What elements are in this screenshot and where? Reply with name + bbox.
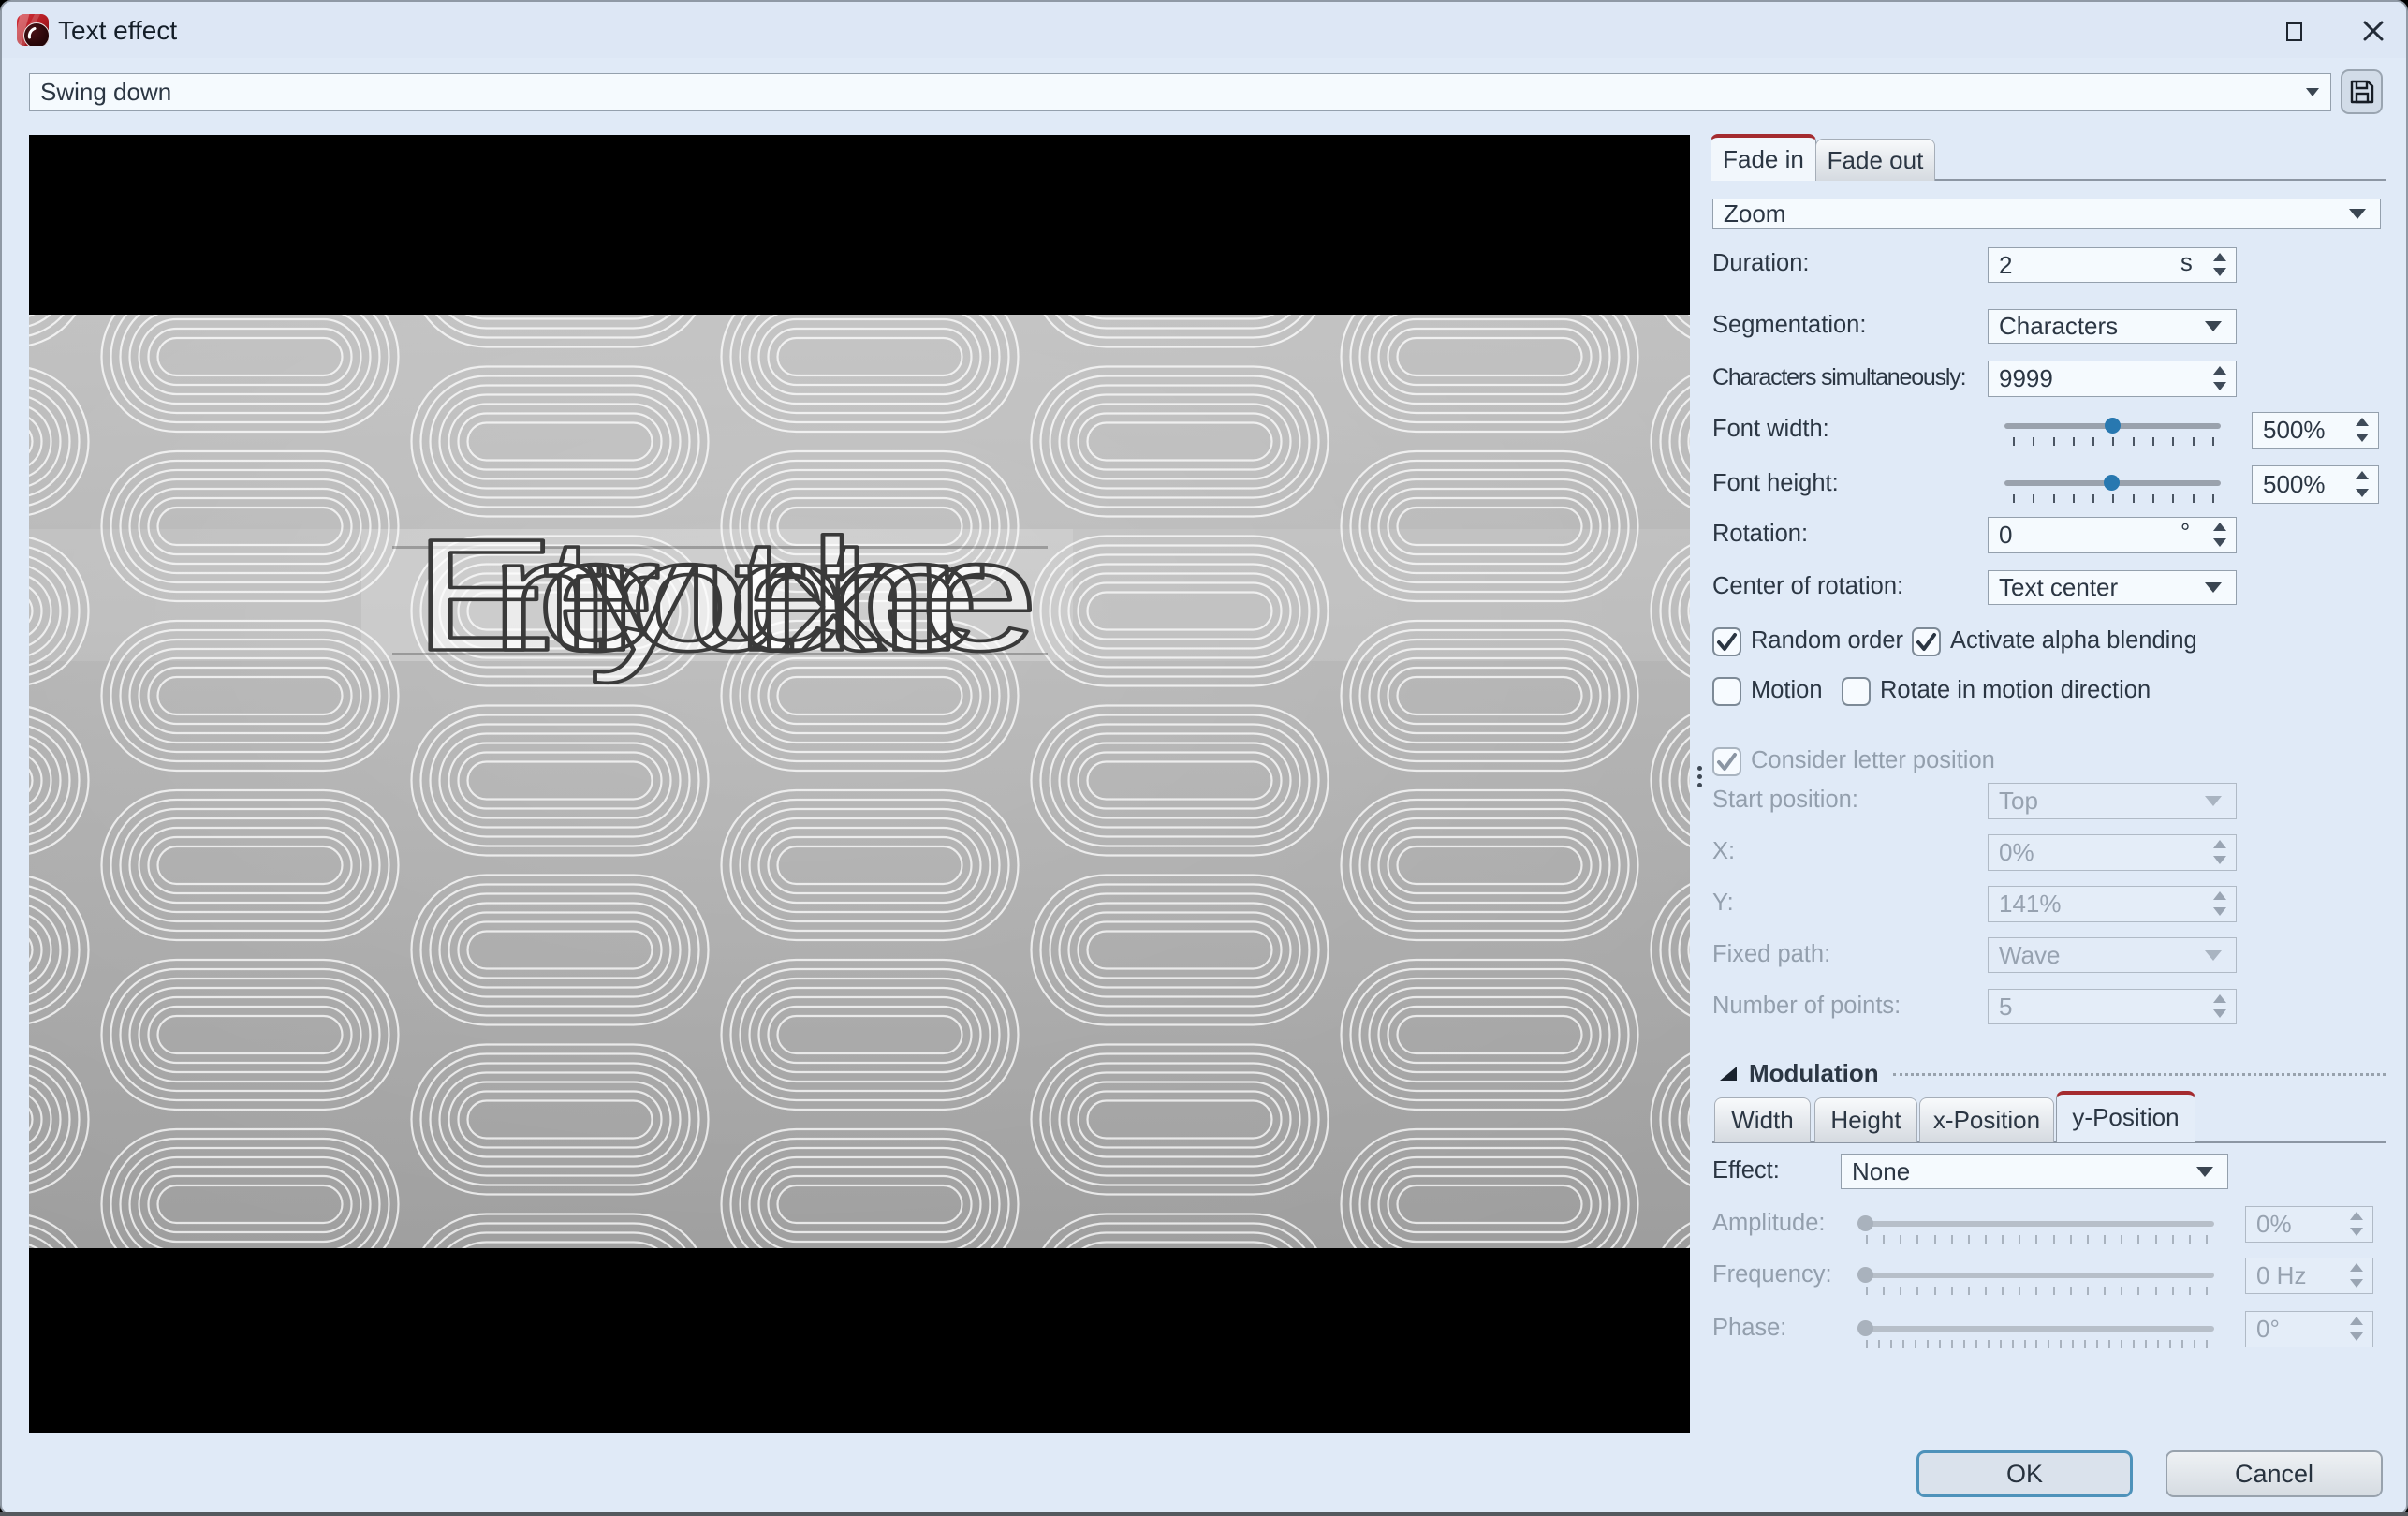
- svg-text:Enter your text here: Enter your text here: [413, 506, 1030, 684]
